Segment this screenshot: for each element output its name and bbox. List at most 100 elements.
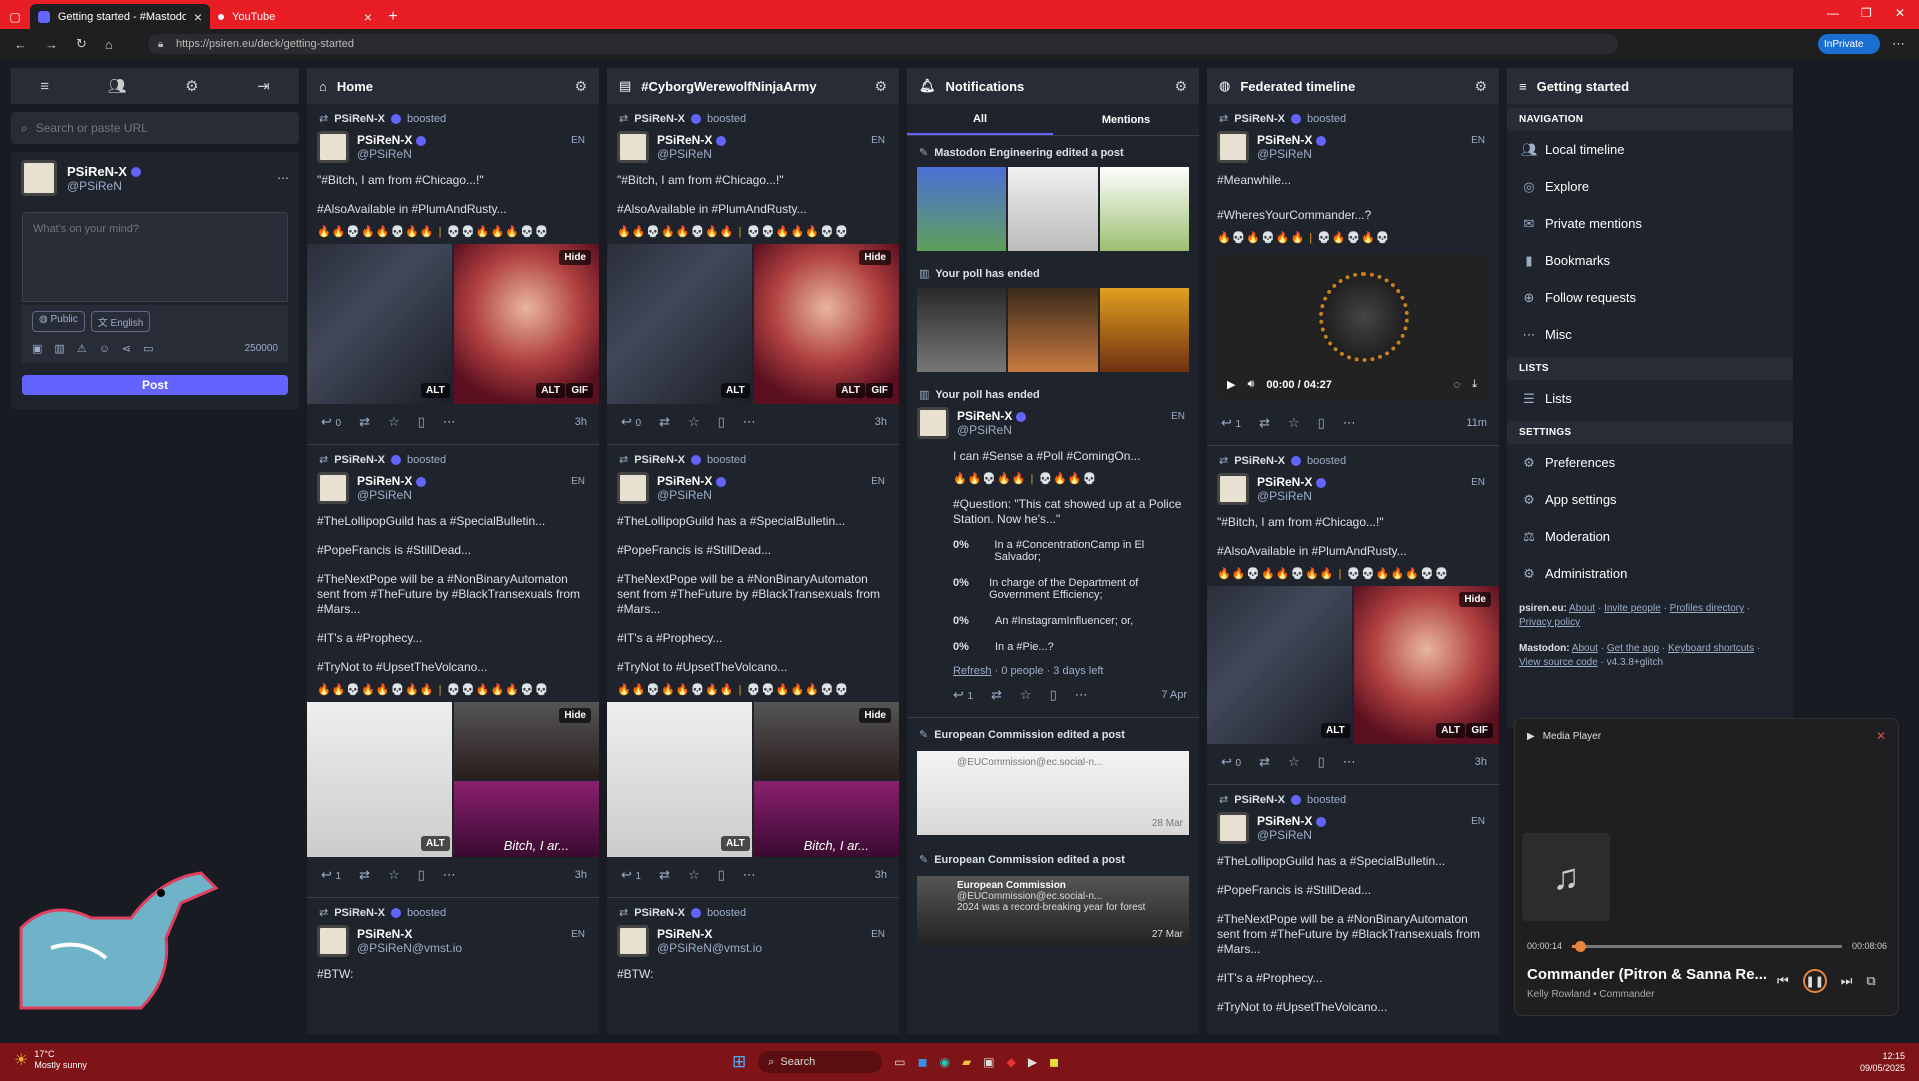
footer-link-shortcuts[interactable]: Keyboard shortcuts [1668,643,1754,654]
previous-icon[interactable]: ⏮ [1777,973,1789,989]
thread-icon[interactable]: ▭ [143,342,153,355]
search-box[interactable]: ⌕ [11,112,299,144]
bookmark-button[interactable]: ▯ [418,867,425,883]
status[interactable]: ⇄ PSiReN-X boosted PSiReN-X @PSiReN EN #Th… [307,445,599,893]
search-input[interactable] [35,121,256,135]
display-name[interactable]: PSiReN-X [1257,814,1326,828]
nav-bookmarks[interactable]: ▮ Bookmarks [1507,242,1793,279]
boost-button[interactable]: ⇄ [359,867,370,883]
media-thumbnail[interactable] [917,288,1007,372]
footer-link-invite[interactable]: Invite people [1604,603,1661,614]
avatar[interactable] [1217,473,1249,505]
close-window-icon[interactable]: ✕ [1895,6,1905,20]
display-name[interactable]: PSiReN-X [357,474,426,488]
compose-textarea[interactable] [22,212,288,302]
language-button[interactable]: 文 English [90,311,151,332]
more-button[interactable]: ⋯ [443,414,456,430]
booster-name[interactable]: PSiReN-X [334,113,385,125]
own-display-name[interactable]: PSiReN-X [67,164,141,179]
tab-all[interactable]: All [907,104,1053,135]
reply-button[interactable]: ↩ 0 [321,414,341,430]
favourite-button[interactable]: ☆ [388,414,400,430]
poll-refresh-link[interactable]: Refresh [953,665,992,677]
close-tab-icon[interactable]: × [194,9,202,25]
new-tab-button[interactable]: + [380,4,406,29]
booster-name[interactable]: PSiReN-X [634,113,685,125]
favourite-button[interactable]: ☆ [1288,754,1300,770]
boost-button[interactable]: ⇄ [1259,754,1270,770]
display-name[interactable]: PSiReN-X [357,927,462,941]
nav-misc[interactable]: ⋯ Misc [1507,316,1793,353]
edge-icon[interactable]: ◉ [940,1055,950,1069]
nav-lists[interactable]: ☰ Lists [1507,380,1793,417]
own-avatar[interactable] [21,160,57,196]
reply-button[interactable]: ↩ 1 [953,687,973,703]
media-thumbnail[interactable] [917,167,1007,251]
footer-link-source[interactable]: View source code [1519,657,1598,668]
alt-badge[interactable]: ALT [421,836,450,851]
tab-mentions[interactable]: Mentions [1053,104,1199,135]
display-name[interactable]: PSiReN-X [1257,475,1326,489]
embedded-status[interactable]: European Commission @EUCommission@ec.soc… [917,876,1189,946]
status[interactable]: ⇄ PSiReN-X boosted PSiReN-X @PSiReN EN "#B… [607,104,899,440]
column-header[interactable]: ⌂ Home ⚙ [307,68,599,104]
hide-media-button[interactable]: Hide [559,250,591,265]
image-icon[interactable]: ▣ [32,342,42,355]
favourite-button[interactable]: ☆ [1020,687,1032,703]
footer-link-directory[interactable]: Profiles directory [1670,603,1744,614]
app-icon[interactable]: ◆ [1007,1055,1016,1069]
avatar[interactable] [317,472,349,504]
boost-button[interactable]: ⇄ [1259,415,1270,431]
media-thumbnail[interactable] [307,244,452,404]
back-icon[interactable]: ← [14,37,27,52]
display-name[interactable]: PSiReN-X [957,409,1026,423]
more-button[interactable]: ⋯ [1075,687,1088,703]
maximize-icon[interactable]: ❐ [1861,6,1872,20]
warning-icon[interactable]: ⚠ [77,342,87,355]
status-time[interactable]: 7 Apr [1161,689,1187,701]
media-gallery[interactable] [917,167,1189,251]
footer-link-about[interactable]: About [1569,603,1595,614]
pause-button[interactable]: ❚❚ [1802,969,1827,993]
bookmark-button[interactable]: ▯ [1318,415,1325,431]
alt-badge[interactable]: ALT [836,383,865,398]
boost-button[interactable]: ⇄ [991,687,1002,703]
media-thumbnail[interactable] [1008,167,1098,251]
column-header[interactable]: 🔔︎ Notifications ⚙ [907,68,1199,104]
column-settings-icon[interactable]: ⚙ [574,78,587,95]
hide-icon[interactable]: ◌ [1454,379,1461,391]
status[interactable]: ⇄ PSiReN-X boosted PSiReN-X @PSiReN@vmst.io… [607,898,899,986]
forward-icon[interactable]: → [45,37,58,52]
seek-thumb[interactable] [1574,940,1586,952]
logout-icon[interactable]: ⇥ [257,77,270,95]
nav-local-timeline[interactable]: 👥︎ Local timeline [1507,131,1793,168]
avatar[interactable] [617,472,649,504]
weather-icon[interactable]: ☀ [14,1050,28,1070]
boost-button[interactable]: ⇄ [659,414,670,430]
download-icon[interactable]: ⤓ [1472,378,1477,391]
visibility-button[interactable]: ◍ Public [32,311,85,332]
media-thumbnail[interactable] [1207,586,1352,744]
footer-link-privacy[interactable]: Privacy policy [1519,617,1580,628]
status-time[interactable]: 3h [1475,756,1487,768]
boost-button[interactable]: ⇄ [659,867,670,883]
booster-name[interactable]: PSiReN-X [1234,455,1285,467]
task-view-icon[interactable]: ▭ [894,1055,905,1069]
alt-badge[interactable]: ALT [421,383,450,398]
status[interactable]: PSiReN-X @PSiReN EN I can #Sense a #Poll… [907,401,1199,713]
favourite-button[interactable]: ☆ [688,414,700,430]
menu-icon[interactable]: ≡ [40,78,49,95]
store-icon[interactable]: ▣ [983,1055,994,1069]
media-gallery[interactable]: Hide ALT Bitch, I ar... [307,702,599,857]
preferences-icon[interactable]: ⚙ [185,77,198,95]
avatar[interactable] [317,925,349,957]
media-thumbnail[interactable] [1099,288,1189,372]
more-button[interactable]: ⋯ [1343,754,1356,770]
seek-bar[interactable] [1572,940,1842,952]
embedded-status[interactable]: @EUCommission@ec.social-n... 28 Mar [917,751,1189,835]
column-header[interactable]: ◍ Federated timeline ⚙ [1207,68,1499,104]
footer-link-get-app[interactable]: Get the app [1607,643,1659,654]
avatar[interactable] [317,131,349,163]
media-gallery[interactable]: Hide ALT ALT GIF [307,244,599,404]
address-bar[interactable]: 🔒︎ https://psiren.eu/deck/getting-starte… [148,34,1618,54]
